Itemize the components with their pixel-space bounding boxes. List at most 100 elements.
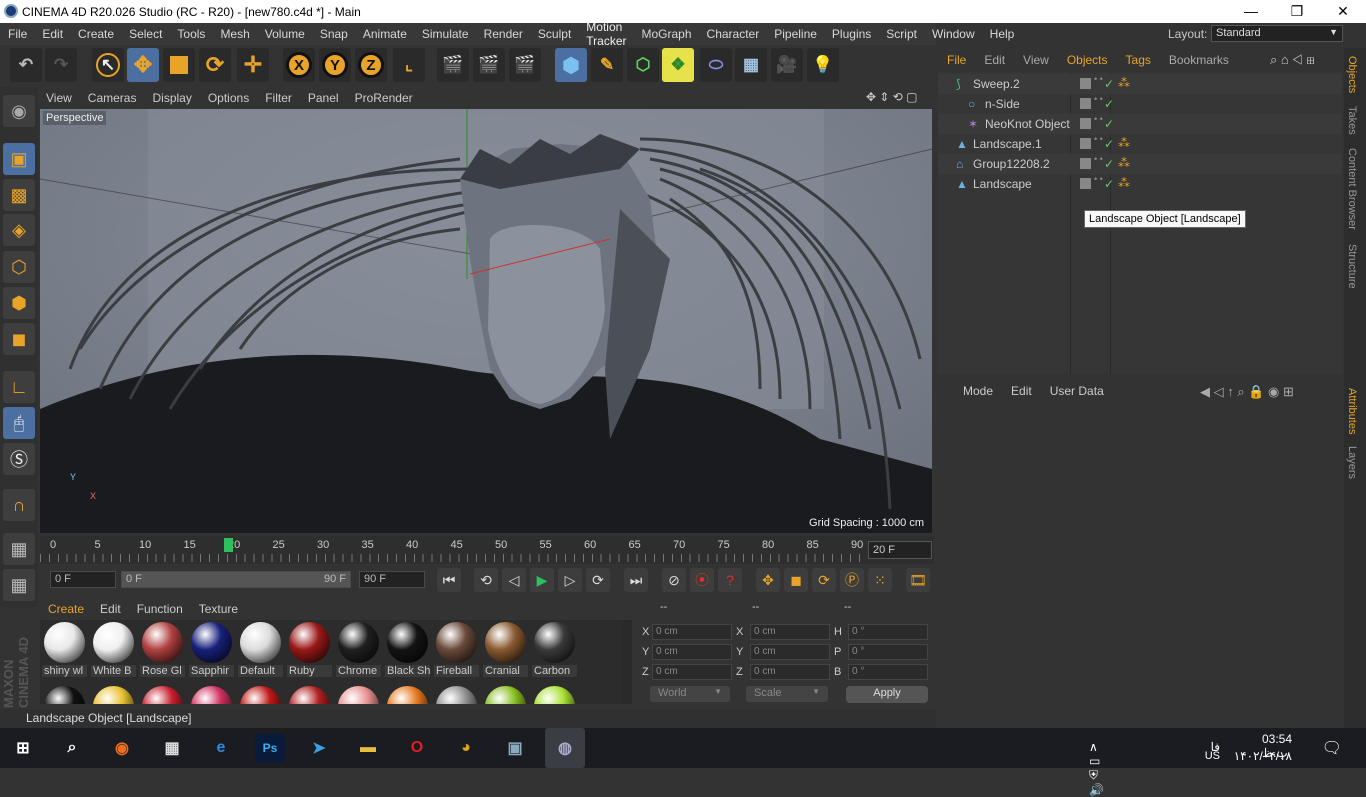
- render-picture-viewer-icon[interactable]: 🎬: [473, 48, 505, 82]
- material-swatch[interactable]: Chrome: [336, 620, 381, 682]
- select-cursor-icon[interactable]: ↖: [92, 48, 124, 82]
- menu-animate[interactable]: Animate: [355, 27, 414, 41]
- pen-spline-icon[interactable]: ✎: [591, 48, 623, 82]
- key-pla-icon[interactable]: ⁙: [868, 568, 892, 592]
- viewport-menu-cameras[interactable]: Cameras: [80, 91, 145, 105]
- deformer-icon[interactable]: ⬭: [700, 48, 732, 82]
- world-select[interactable]: World ▼: [650, 686, 730, 702]
- texture-mode-icon[interactable]: ▩: [3, 179, 35, 211]
- material-swatch[interactable]: Cranial: [483, 620, 528, 682]
- file-explorer-icon[interactable]: ▬: [353, 734, 383, 762]
- windows-start-icon[interactable]: ⊞: [8, 734, 38, 762]
- menu-select[interactable]: Select: [121, 27, 169, 41]
- apply-button[interactable]: Apply: [846, 686, 928, 703]
- chrome-icon[interactable]: ◕: [451, 734, 481, 762]
- workplane-icon[interactable]: ◈: [3, 214, 35, 246]
- object-menu-objects[interactable]: Objects: [1058, 53, 1117, 67]
- goto-end-icon[interactable]: ⏭: [624, 568, 648, 592]
- minimize-button[interactable]: —: [1228, 0, 1274, 23]
- viewport-menu-view[interactable]: View: [38, 91, 80, 105]
- material-swatch[interactable]: [140, 684, 185, 704]
- start-frame-field[interactable]: 0 F: [50, 571, 116, 588]
- viewport-menu-display[interactable]: Display: [144, 91, 199, 105]
- clock-date[interactable]: ۱۴۰۲/۰۴/۱۸: [1234, 749, 1292, 763]
- object-row[interactable]: ⌂ Group12208.2 • • ✓ ⁂: [938, 154, 1342, 174]
- menu-pipeline[interactable]: Pipeline: [766, 27, 824, 41]
- goto-start-icon[interactable]: ⏮: [437, 568, 461, 592]
- menu-motion-tracker[interactable]: Motion Tracker: [578, 20, 633, 48]
- y-axis-lock-button[interactable]: Y: [319, 48, 351, 82]
- material-swatch[interactable]: [238, 684, 283, 704]
- attribute-nav-icon[interactable]: ◀ ◁ ↑ ⌕ 🔒 ◉ ⊞: [1200, 384, 1294, 400]
- next-key-icon[interactable]: ⟳: [586, 568, 610, 592]
- visibility-toggle[interactable]: [1080, 78, 1091, 89]
- photoshop-icon[interactable]: Ps: [255, 734, 285, 762]
- attribute-menu-edit[interactable]: Edit: [1002, 384, 1041, 398]
- render-view-icon[interactable]: 🎬: [437, 48, 469, 82]
- coord-value-field[interactable]: 0 °: [848, 624, 928, 640]
- visibility-toggle[interactable]: [1080, 118, 1091, 129]
- menu-file[interactable]: File: [0, 27, 34, 41]
- planar-workplane-icon[interactable]: ▦: [3, 569, 35, 601]
- key-parameter-icon[interactable]: Ⓟ: [840, 568, 864, 592]
- material-swatch[interactable]: [287, 684, 332, 704]
- tweak-mode-icon[interactable]: 🖰: [3, 407, 35, 439]
- object-row[interactable]: ✶ NeoKnot Object • • ✓: [938, 114, 1342, 134]
- enabled-check-icon[interactable]: ✓: [1104, 157, 1114, 171]
- search-icon[interactable]: ⌕ ⌂ ◁ ⊞: [1270, 52, 1315, 68]
- restore-button[interactable]: ❐: [1274, 0, 1320, 23]
- object-row[interactable]: ○ n-Side • • ✓: [938, 94, 1342, 114]
- model-mode-icon[interactable]: ▣: [3, 143, 35, 175]
- material-swatch[interactable]: Default: [238, 620, 283, 682]
- floor-icon[interactable]: ▦: [735, 48, 767, 82]
- menu-create[interactable]: Create: [70, 27, 121, 41]
- side-tab-layers[interactable]: Layers: [1346, 446, 1358, 479]
- autokey-icon[interactable]: ⦿: [690, 568, 714, 592]
- polygons-mode-icon[interactable]: ◼: [3, 323, 35, 355]
- material-tag-icon[interactable]: ⁂: [1118, 136, 1130, 150]
- object-menu-tags[interactable]: Tags: [1117, 53, 1160, 67]
- menu-character[interactable]: Character: [699, 27, 767, 41]
- menu-plugins[interactable]: Plugins: [824, 27, 878, 41]
- material-swatch[interactable]: [336, 684, 381, 704]
- current-frame-field[interactable]: 20 F: [868, 541, 932, 559]
- material-swatch[interactable]: [91, 684, 136, 704]
- menu-mograph[interactable]: MoGraph: [634, 27, 699, 41]
- edges-mode-icon[interactable]: ⬢: [3, 287, 35, 319]
- material-scrollbar[interactable]: [622, 620, 632, 704]
- menu-sculpt[interactable]: Sculpt: [530, 27, 578, 41]
- side-tab-objects[interactable]: Objects: [1346, 56, 1358, 93]
- render-settings-icon[interactable]: 🎬: [509, 48, 541, 82]
- prev-key-icon[interactable]: ⟲: [474, 568, 498, 592]
- menu-tools[interactable]: Tools: [169, 27, 212, 41]
- coord-value-field[interactable]: 0 cm: [652, 644, 732, 660]
- range-slider[interactable]: 0 F 90 F: [121, 571, 351, 588]
- key-scale-icon[interactable]: ◼: [784, 568, 808, 592]
- coord-value-field[interactable]: 0 cm: [750, 664, 830, 680]
- snapping-icon[interactable]: ∩: [3, 489, 35, 521]
- object-row[interactable]: ⟆ Sweep.2 • • ✓ ⁂: [938, 74, 1342, 94]
- make-editable-icon[interactable]: ◉: [3, 95, 35, 127]
- layout-select[interactable]: Standard ▼: [1211, 25, 1343, 42]
- editor-render-dots[interactable]: • •: [1094, 135, 1103, 144]
- firefox-icon[interactable]: ◉: [107, 734, 137, 762]
- editor-render-dots[interactable]: • •: [1094, 175, 1103, 184]
- camera-icon[interactable]: 🎥: [771, 48, 803, 82]
- scale-tool-icon[interactable]: [163, 48, 195, 82]
- solo-mode-icon[interactable]: Ⓢ: [3, 443, 35, 475]
- object-menu-file[interactable]: File: [938, 53, 975, 67]
- side-tab-attributes[interactable]: Attributes: [1346, 388, 1358, 434]
- search-icon[interactable]: ⌕: [57, 734, 87, 762]
- keyboard-lang[interactable]: US: [1205, 750, 1220, 762]
- keyframe-selection-icon[interactable]: ?: [718, 568, 742, 592]
- material-swatch[interactable]: Fireball: [434, 620, 479, 682]
- calculator-icon[interactable]: ▦: [157, 734, 187, 762]
- material-menu-texture[interactable]: Texture: [191, 602, 246, 616]
- material-swatch[interactable]: Ruby: [287, 620, 332, 682]
- menu-mesh[interactable]: Mesh: [212, 27, 256, 41]
- menu-edit[interactable]: Edit: [34, 27, 70, 41]
- timeline[interactable]: 0 5 10 15 20 25 30 35 40 45 50 55 60 65 70 75 80 85 90: [40, 536, 934, 564]
- timeline-cursor[interactable]: [224, 538, 233, 552]
- edge-icon[interactable]: e: [206, 734, 236, 762]
- editor-render-dots[interactable]: • •: [1094, 95, 1103, 104]
